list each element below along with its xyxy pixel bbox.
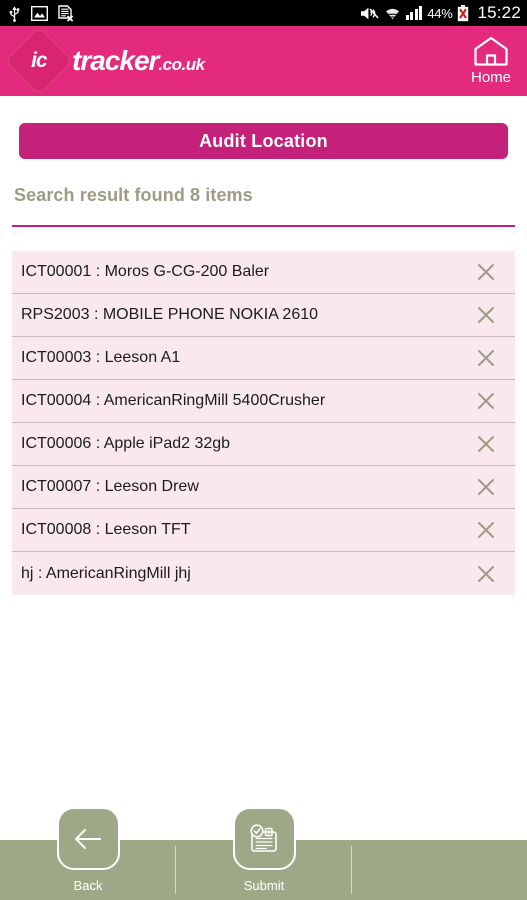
sim-card-error-icon xyxy=(58,4,74,22)
logo-diamond-icon: ic xyxy=(3,25,75,97)
bottom-navigation-bar: Back Submit xyxy=(0,807,527,900)
table-row[interactable]: RPS2003 : MOBILE PHONE NOKIA 2610 xyxy=(12,294,515,337)
logo-mark-label: ic xyxy=(31,48,47,72)
wifi-icon xyxy=(385,8,399,19)
result-item-label: ICT00008 : Leeson TFT xyxy=(21,521,191,538)
submit-button-tile xyxy=(232,807,296,870)
back-button-tile xyxy=(56,807,120,870)
back-button-label: Back xyxy=(73,878,103,893)
table-row[interactable]: ICT00008 : Leeson TFT xyxy=(12,509,515,552)
result-item-label: ICT00006 : Apple iPad2 32gb xyxy=(21,435,231,452)
close-x-icon[interactable] xyxy=(473,431,499,457)
table-row[interactable]: ICT00001 : Moros G-CG-200 Baler xyxy=(12,251,515,294)
app-screen: 44% 15:22 ic tracker.co.uk Home Audit Lo… xyxy=(0,0,527,900)
save-document-check-icon xyxy=(250,823,277,852)
result-item-label: ICT00004 : AmericanRingMill 5400Crusher xyxy=(21,392,326,409)
brand-logo[interactable]: ic tracker.co.uk xyxy=(0,25,205,97)
close-x-icon[interactable] xyxy=(473,561,499,587)
close-x-icon[interactable] xyxy=(473,474,499,500)
close-x-icon[interactable] xyxy=(473,517,499,543)
close-x-icon[interactable] xyxy=(473,345,499,371)
result-item-label: ICT00003 : Leeson A1 xyxy=(21,349,181,366)
status-bar-left-icons xyxy=(8,4,74,22)
close-x-icon[interactable] xyxy=(473,302,499,328)
status-bar-right-icons: 44% 15:22 xyxy=(360,3,521,23)
submit-button-label: Submit xyxy=(243,878,285,893)
result-item-label: ICT00007 : Leeson Drew xyxy=(21,478,199,495)
audit-location-button[interactable]: Audit Location xyxy=(19,123,508,159)
mute-icon xyxy=(360,7,379,19)
table-row[interactable]: hj : AmericanRingMill jhj xyxy=(12,552,515,595)
arrow-left-icon xyxy=(75,828,101,849)
home-button[interactable]: Home xyxy=(471,36,511,86)
battery-percent-label: 44% xyxy=(427,5,453,21)
usb-icon xyxy=(9,5,20,22)
result-item-label: RPS2003 : MOBILE PHONE NOKIA 2610 xyxy=(21,306,319,323)
heading-divider xyxy=(12,225,515,227)
logo-wordmark: tracker.co.uk xyxy=(72,45,205,77)
back-nav-button[interactable]: Back xyxy=(0,807,176,900)
search-result-list: ICT00001 : Moros G-CG-200 Baler RPS2003 :… xyxy=(12,251,515,595)
screenshot-image-icon xyxy=(31,5,48,21)
search-result-heading: Search result found 8 items xyxy=(14,185,253,205)
result-item-label: ICT00001 : Moros G-CG-200 Baler xyxy=(21,263,270,280)
table-row[interactable]: ICT00006 : Apple iPad2 32gb xyxy=(12,423,515,466)
table-row[interactable]: ICT00007 : Leeson Drew xyxy=(12,466,515,509)
submit-nav-button[interactable]: Submit xyxy=(176,807,352,900)
table-row[interactable]: ICT00004 : AmericanRingMill 5400Crusher xyxy=(12,380,515,423)
app-header: ic tracker.co.uk Home xyxy=(0,25,527,97)
home-icon xyxy=(474,36,508,66)
logo-tld-label: .co.uk xyxy=(158,55,205,74)
table-row[interactable]: ICT00003 : Leeson A1 xyxy=(12,337,515,380)
battery-error-icon xyxy=(458,4,469,21)
status-bar: 44% 15:22 xyxy=(0,0,527,26)
close-x-icon[interactable] xyxy=(473,259,499,285)
home-button-label: Home xyxy=(470,69,511,86)
signal-bars-icon xyxy=(405,6,423,20)
logo-word-label: tracker xyxy=(72,45,159,76)
result-item-label: hj : AmericanRingMill jhj xyxy=(21,564,191,582)
close-x-icon[interactable] xyxy=(473,388,499,414)
clock-label: 15:22 xyxy=(477,3,521,22)
